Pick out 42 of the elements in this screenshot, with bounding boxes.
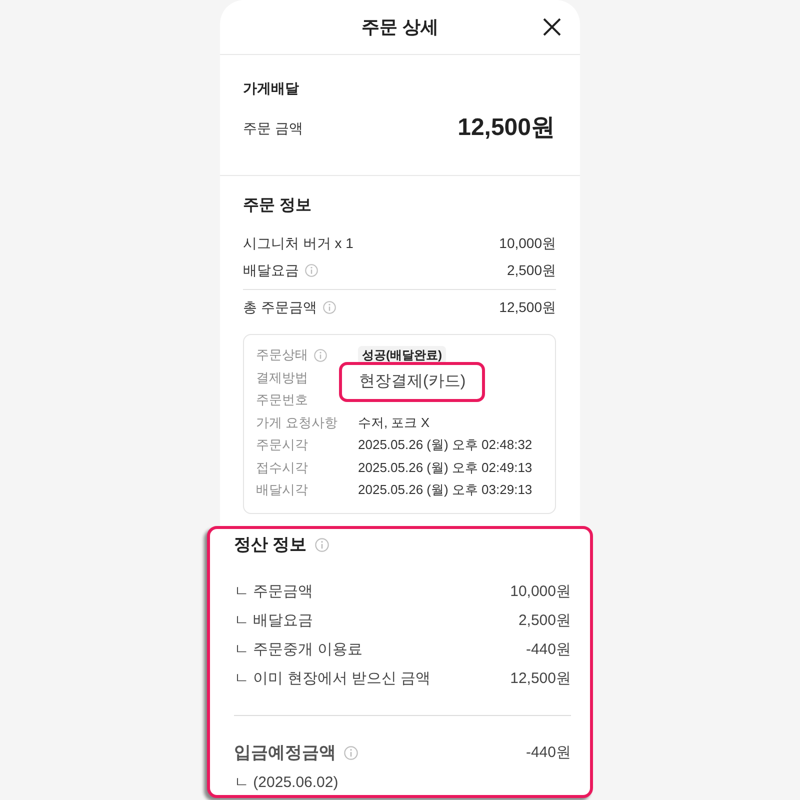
info-icon[interactable] <box>344 746 358 760</box>
info-icon[interactable] <box>314 538 329 552</box>
detail-value: 2025.05.26 (월) 오후 02:48:32 <box>358 436 532 454</box>
item-value: 2,500원 <box>506 261 556 280</box>
detail-label: 결제방법 <box>256 368 308 387</box>
settlement-label: ㄴ 주문중개 이용료 <box>234 640 362 660</box>
item-label: 시그니처 버거 x 1 <box>243 234 354 253</box>
settlement-label: ㄴ 주문금액 <box>234 582 314 602</box>
info-icon[interactable] <box>322 300 336 314</box>
item-value: 10,000원 <box>499 234 556 253</box>
detail-label: 가게 요청사항 <box>256 414 338 432</box>
deposit-value: -440원 <box>526 743 571 763</box>
settlement-label: ㄴ 배달요금 <box>234 610 314 630</box>
order-amount-value: 12,500원 <box>458 113 555 143</box>
close-icon <box>543 18 561 36</box>
detail-value: 2025.05.26 (월) 오후 02:49:13 <box>358 458 532 477</box>
settlement-value: 2,500원 <box>518 610 571 630</box>
settlement-value: 12,500원 <box>510 668 571 688</box>
close-button[interactable] <box>542 17 562 37</box>
section-title: 정산 정보 <box>234 534 307 556</box>
item-label: 총 주문금액 <box>243 298 317 317</box>
info-icon[interactable] <box>305 264 318 276</box>
detail-value: 2025.05.26 (월) 오후 03:29:13 <box>358 481 532 500</box>
settlement-label: ㄴ 이미 현장에서 받으신 금액 <box>234 668 431 688</box>
settlement-value: -440원 <box>526 640 571 660</box>
section-title: 주문 정보 <box>243 196 312 216</box>
item-value: 12,500원 <box>499 298 556 317</box>
detail-label: 주문시각 <box>256 436 308 454</box>
detail-label: 주문번호 <box>256 391 308 410</box>
deposit-label: 입금예정금액 <box>234 742 336 764</box>
page-title: 주문 상세 <box>360 16 440 39</box>
delivery-type-label: 가게배달 <box>243 79 300 98</box>
deposit-date: ㄴ (2025.06.02) <box>234 773 338 793</box>
settlement-value: 10,000원 <box>510 582 571 602</box>
item-label: 배달요금 <box>243 261 299 280</box>
detail-label: 접수시각 <box>256 458 308 477</box>
detail-label: 배달시각 <box>256 481 308 500</box>
detail-value: 수저, 포크 X <box>358 414 430 432</box>
payment-method-highlight: 현장결제(카드) <box>339 362 485 402</box>
info-icon[interactable] <box>314 348 327 362</box>
order-amount-label: 주문 금액 <box>243 119 303 138</box>
detail-label: 주문상태 <box>256 346 308 364</box>
